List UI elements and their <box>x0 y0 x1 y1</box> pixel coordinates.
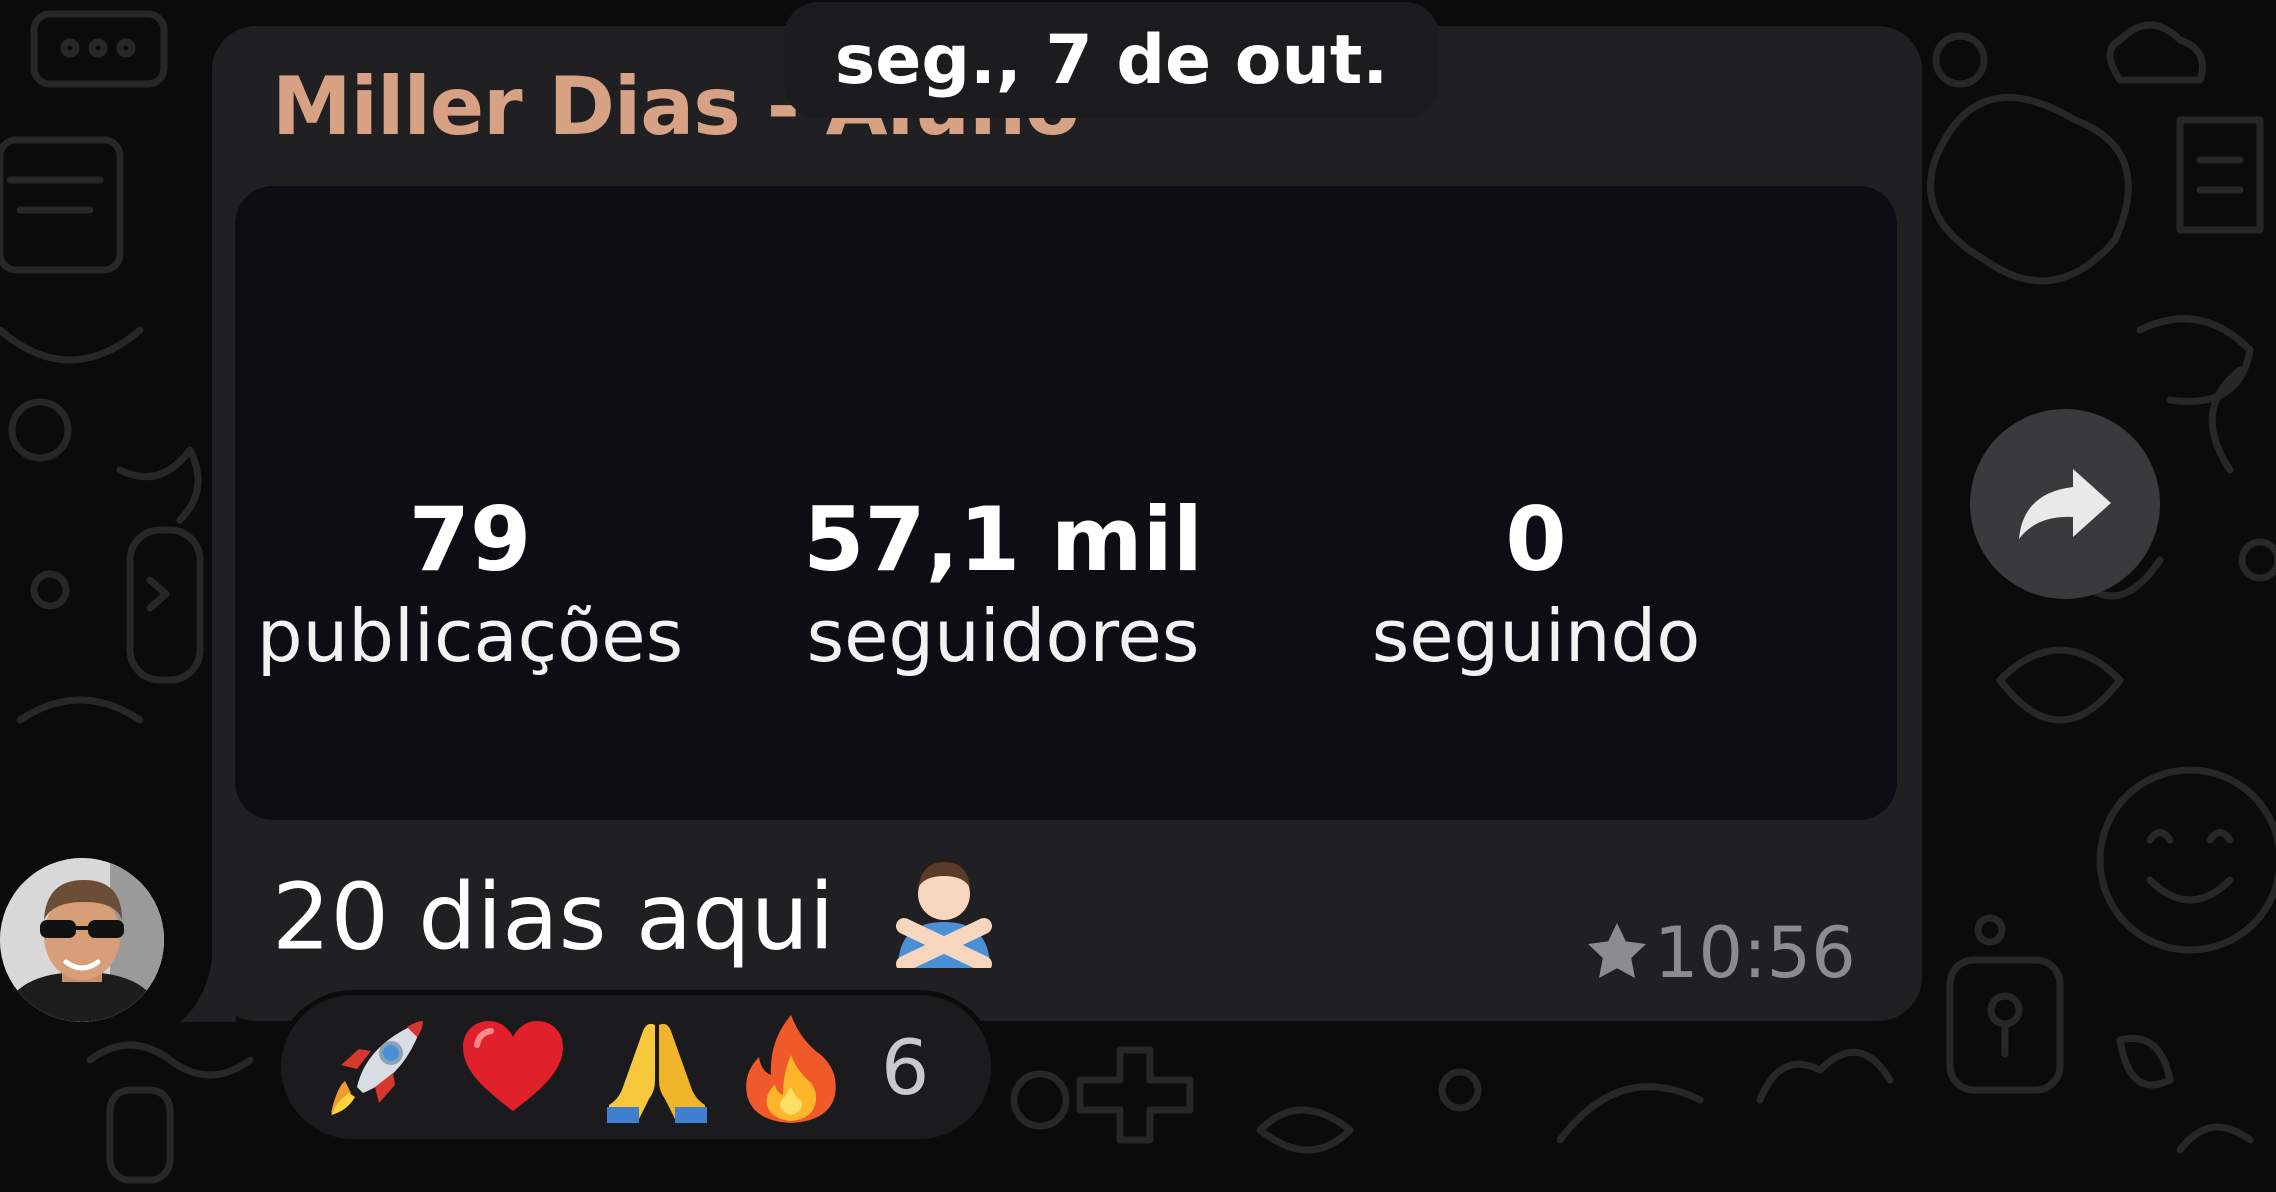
folded-hands-icon[interactable] <box>601 1007 741 1127</box>
reactions-bar[interactable]: 6 <box>276 990 996 1144</box>
stat-value: 79 <box>408 488 532 591</box>
rocket-icon[interactable] <box>321 1007 461 1127</box>
reaction-count: 6 <box>881 1022 930 1112</box>
profile-stats-card[interactable]: 79 publicações 57,1 mil seguidores 0 seg… <box>235 186 1897 820</box>
stat-following: 0 seguindo <box>1256 486 1816 681</box>
date-separator: seg., 7 de out. <box>784 2 1439 118</box>
stat-value: 0 <box>1505 488 1567 591</box>
forward-icon <box>2019 469 2111 539</box>
stat-label: publicações <box>256 594 684 679</box>
forward-button[interactable] <box>1970 409 2160 599</box>
red-heart-icon[interactable] <box>461 1007 601 1127</box>
stat-label: seguidores <box>806 594 1200 679</box>
stat-followers: 57,1 mil seguidores <box>723 486 1283 681</box>
message-text-row: 20 dias aqui <box>272 856 1000 990</box>
stat-publications: 79 publicações <box>190 486 750 681</box>
message-text: 20 dias aqui <box>272 863 835 971</box>
stat-label: seguindo <box>1371 594 1701 679</box>
message-time: 10:56 <box>1654 912 1856 994</box>
sender-avatar[interactable] <box>0 858 164 1022</box>
fire-icon[interactable] <box>741 1007 881 1127</box>
message-meta: 10:56 <box>1586 912 1856 994</box>
star-icon <box>1586 921 1648 985</box>
stat-value: 57,1 mil <box>803 488 1203 591</box>
person-gesturing-no-emoji-icon <box>888 856 1000 990</box>
